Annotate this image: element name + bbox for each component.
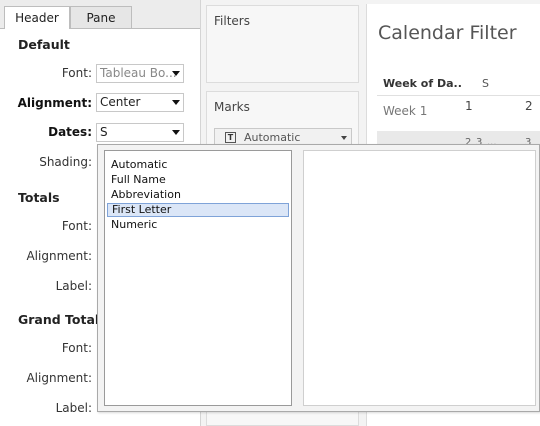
filters-title: Filters — [214, 14, 250, 28]
marks-title: Marks — [214, 100, 250, 114]
format-preview-pane — [303, 150, 536, 406]
default-section-title: Default — [18, 37, 70, 52]
calendar-cell[interactable]: 1 — [465, 99, 473, 113]
default-alignment-dropdown[interactable]: Center — [96, 93, 184, 112]
default-dates-value: S — [100, 125, 108, 139]
shaded-row-band — [377, 131, 540, 144]
tab-header[interactable]: Header — [4, 6, 70, 29]
chevron-down-icon — [172, 130, 180, 135]
tab-pane[interactable]: Pane — [70, 6, 132, 28]
option-first-letter[interactable]: First Letter — [107, 203, 289, 217]
default-alignment-label: Alignment: — [17, 96, 92, 110]
default-dates-label: Dates: — [48, 125, 92, 139]
default-font-label: Font: — [61, 66, 92, 80]
grand-totals-section-title: Grand Totals — [18, 312, 107, 327]
option-full-name[interactable]: Full Name — [107, 173, 289, 187]
mark-type-value: Automatic — [244, 131, 301, 144]
grand-totals-label-label: Label: — [55, 401, 92, 415]
option-automatic[interactable]: Automatic — [107, 158, 289, 172]
grand-totals-alignment-label: Alignment: — [26, 371, 92, 385]
chevron-down-icon — [172, 100, 180, 105]
view-title: Calendar Filter — [378, 22, 517, 44]
default-alignment-value: Center — [100, 95, 141, 109]
header-divider — [377, 95, 540, 96]
default-shading-label: Shading: — [39, 155, 92, 169]
text-mark-icon: T — [225, 132, 236, 143]
date-format-list[interactable]: Automatic Full Name Abbreviation First L… — [104, 150, 292, 406]
default-font-value: Tableau Bo... — [100, 66, 177, 80]
calendar-cell[interactable]: 2 — [525, 99, 533, 113]
chevron-down-icon — [172, 71, 180, 76]
column-header-week[interactable]: Week of Da.. — [383, 77, 462, 90]
chevron-down-icon — [341, 136, 347, 140]
default-font-dropdown[interactable]: Tableau Bo... — [96, 64, 184, 83]
totals-font-label: Font: — [61, 219, 92, 233]
filters-shelf[interactable]: Filters — [206, 5, 359, 83]
option-abbreviation[interactable]: Abbreviation — [107, 188, 289, 202]
tab-strip: Header Pane — [0, 0, 200, 29]
date-format-popup: Automatic Full Name Abbreviation First L… — [97, 144, 540, 412]
default-dates-dropdown[interactable]: S — [96, 123, 184, 142]
totals-alignment-label: Alignment: — [26, 249, 92, 263]
row-label-week[interactable]: Week 1 — [383, 104, 427, 118]
column-header-day[interactable]: S — [482, 77, 489, 90]
option-numeric[interactable]: Numeric — [107, 218, 289, 232]
totals-section-title: Totals — [18, 190, 60, 205]
totals-label-label: Label: — [55, 279, 92, 293]
grand-totals-font-label: Font: — [61, 341, 92, 355]
